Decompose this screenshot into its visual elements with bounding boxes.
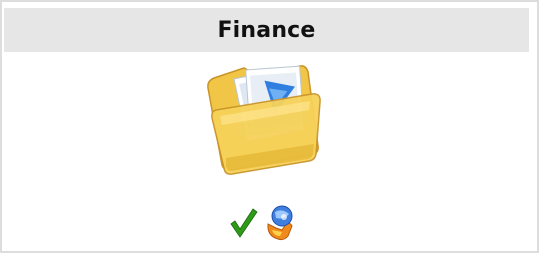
status-icons [228,202,308,242]
tile-title: Finance [217,17,316,43]
folder-with-documents-icon[interactable] [200,54,334,180]
tile-header: Finance [4,8,529,52]
utility-gear-icon[interactable] [262,202,298,242]
folder-tile[interactable]: Finance [0,0,539,253]
checkmark-icon [230,208,258,238]
